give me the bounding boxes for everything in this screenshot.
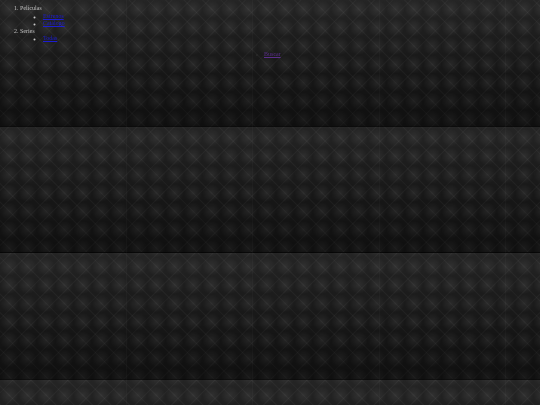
tile-seam [0, 379, 540, 380]
nav-item-label: Películas [20, 6, 42, 12]
bullet-icon [256, 54, 258, 56]
nav-link-catalogo[interactable]: Catálogo [43, 21, 65, 27]
sub-nav-series: Todas [20, 36, 65, 44]
nav-item-series: Series Todas [20, 29, 65, 44]
nav-item-peliculas: Películas Estrenos Catálogo [20, 6, 65, 29]
nav-item-label: Series [20, 28, 35, 35]
tile-seam-vertical [379, 0, 380, 405]
sub-nav-item: Estrenos [43, 14, 65, 22]
tile-seam [0, 126, 540, 127]
sub-nav-peliculas: Estrenos Catálogo [20, 14, 65, 29]
tile-seam [0, 252, 540, 253]
sub-nav-item: Todas [43, 36, 65, 44]
tile-seam-vertical [505, 0, 506, 405]
floating-link[interactable]: Buscar [264, 52, 281, 58]
sub-nav-item: Catálogo [43, 21, 65, 29]
tile-seam-vertical [126, 0, 127, 405]
nav-link-estrenos[interactable]: Estrenos [43, 14, 64, 20]
main-nav: Películas Estrenos Catálogo Series Todas [0, 6, 65, 44]
nav-link-todas[interactable]: Todas [43, 36, 57, 42]
tile-seam-vertical [252, 0, 253, 405]
